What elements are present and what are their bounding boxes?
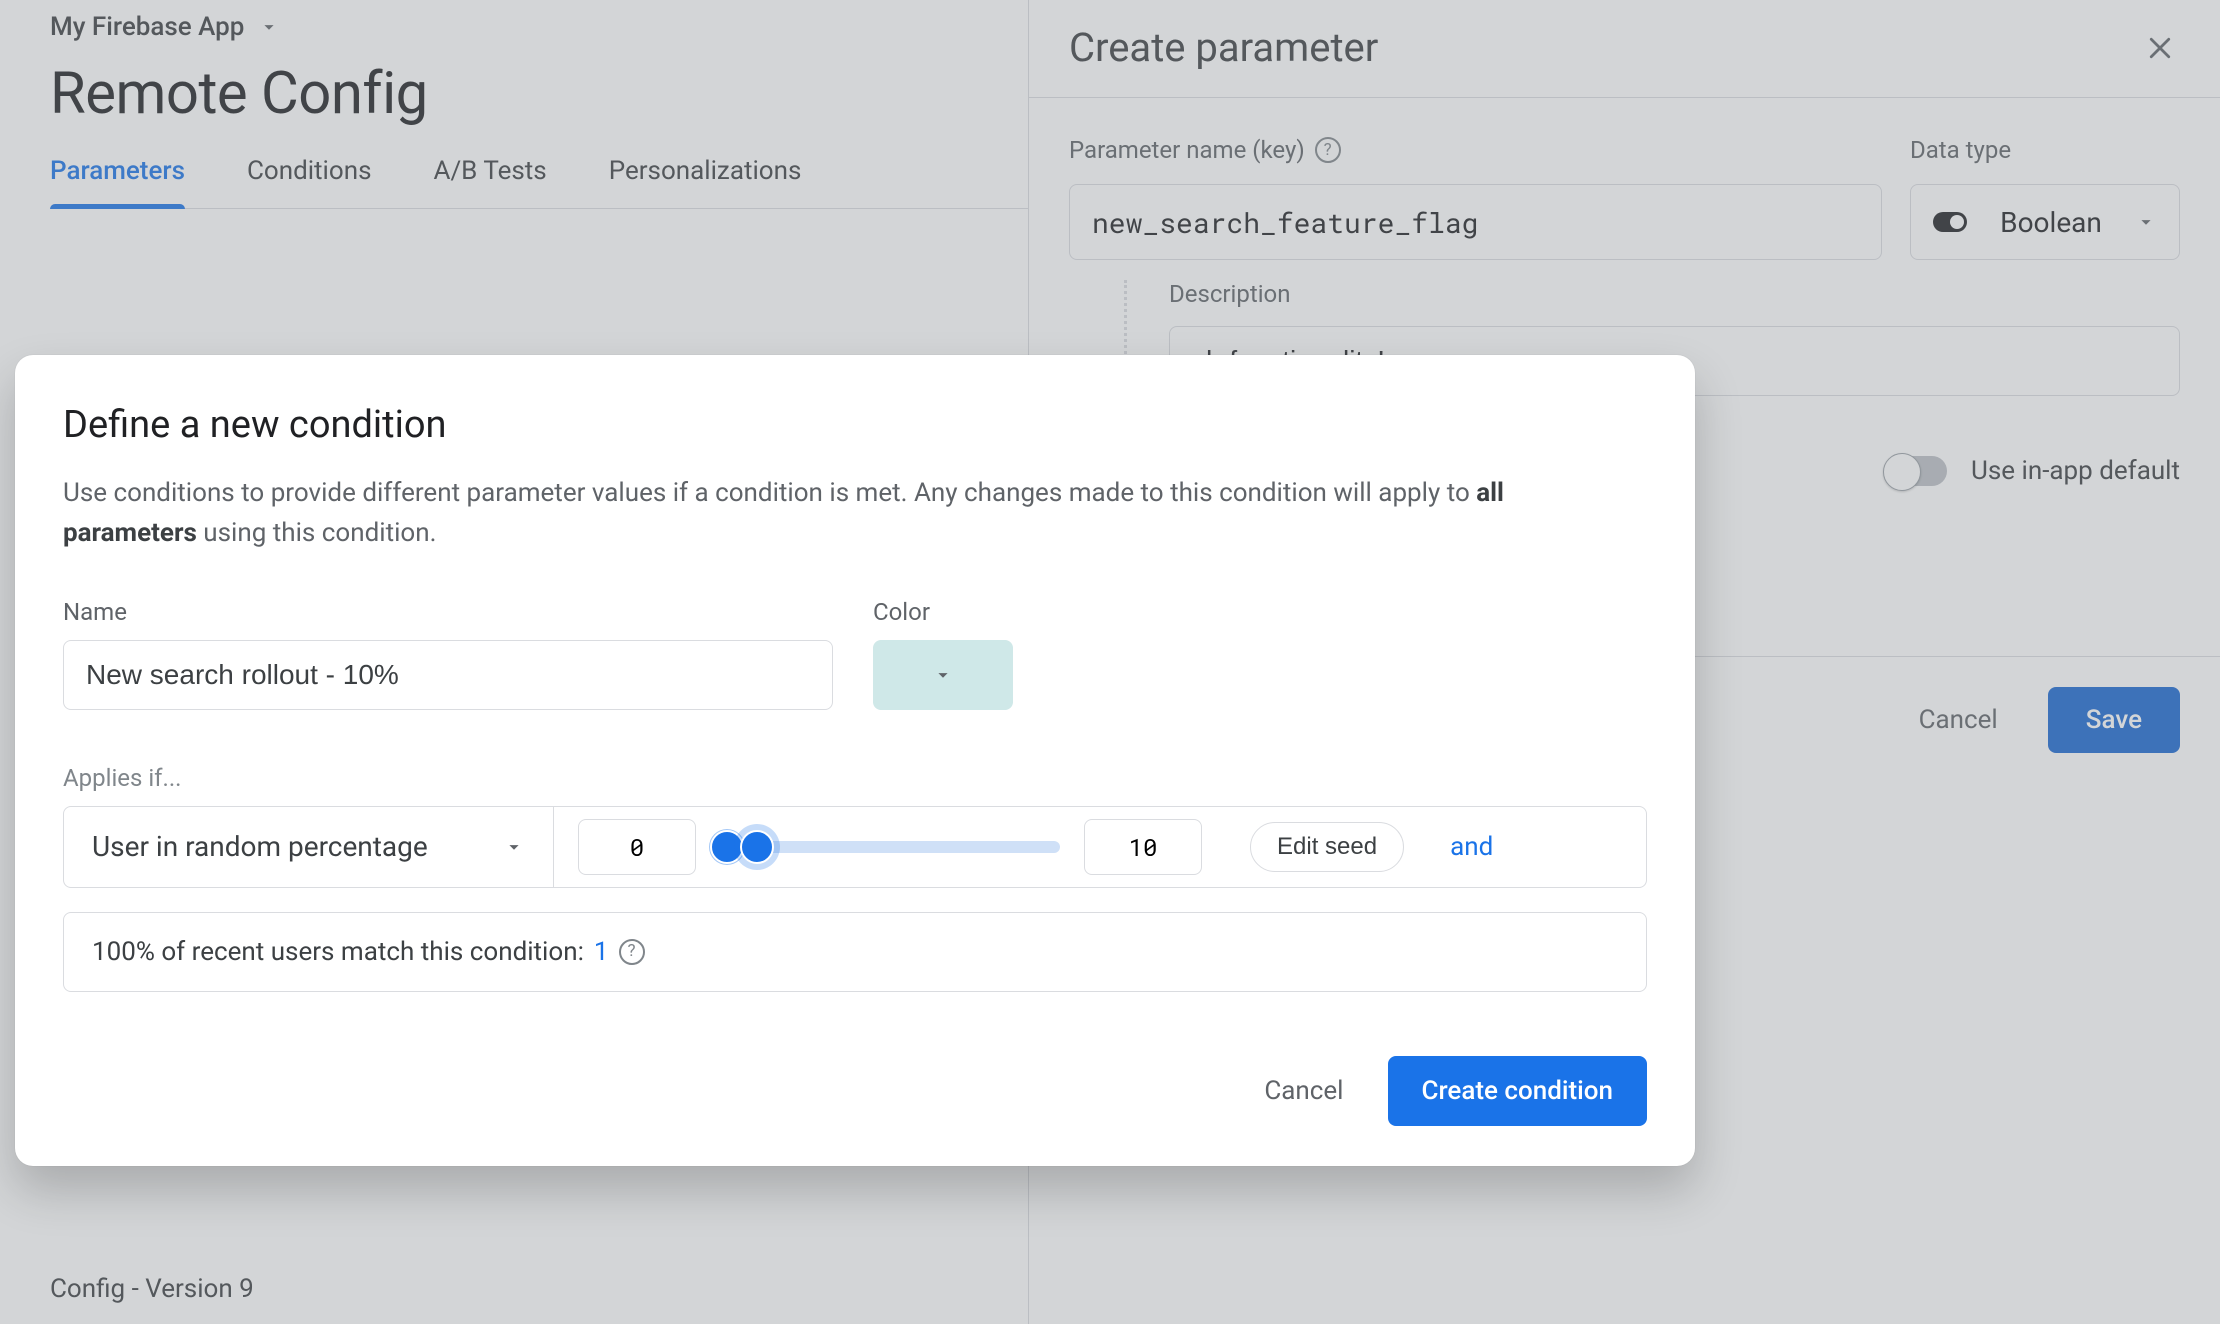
percentile-slider[interactable] (720, 819, 1060, 875)
add-and-rule[interactable]: and (1450, 832, 1493, 862)
match-summary: 100% of recent users match this conditio… (63, 912, 1647, 992)
define-condition-dialog: Define a new condition Use conditions to… (15, 355, 1695, 1166)
help-icon[interactable]: ? (619, 939, 645, 965)
applies-if-label: Applies if... (63, 764, 1647, 792)
match-count: 1 (594, 937, 609, 967)
condition-name-label: Name (63, 598, 833, 626)
dialog-subtitle: Use conditions to provide different para… (63, 473, 1583, 554)
create-condition-button[interactable]: Create condition (1388, 1056, 1648, 1126)
condition-color-select[interactable] (873, 640, 1013, 710)
condition-color-label: Color (873, 598, 1013, 626)
chevron-down-icon (503, 836, 525, 858)
dialog-title: Define a new condition (63, 403, 1647, 447)
edit-seed-button[interactable]: Edit seed (1250, 822, 1404, 872)
cancel-button[interactable]: Cancel (1258, 1066, 1349, 1116)
percentile-low-input[interactable] (578, 819, 696, 875)
condition-name-input[interactable] (63, 640, 833, 710)
slider-thumb-high[interactable] (740, 830, 774, 864)
dialog-actions: Cancel Create condition (63, 1056, 1647, 1126)
rule-row: User in random percentage Edit seed and (63, 806, 1647, 888)
rule-type-select[interactable]: User in random percentage (64, 807, 554, 887)
chevron-down-icon (932, 664, 954, 686)
percentile-high-input[interactable] (1084, 819, 1202, 875)
slider-thumb-low[interactable] (710, 830, 744, 864)
